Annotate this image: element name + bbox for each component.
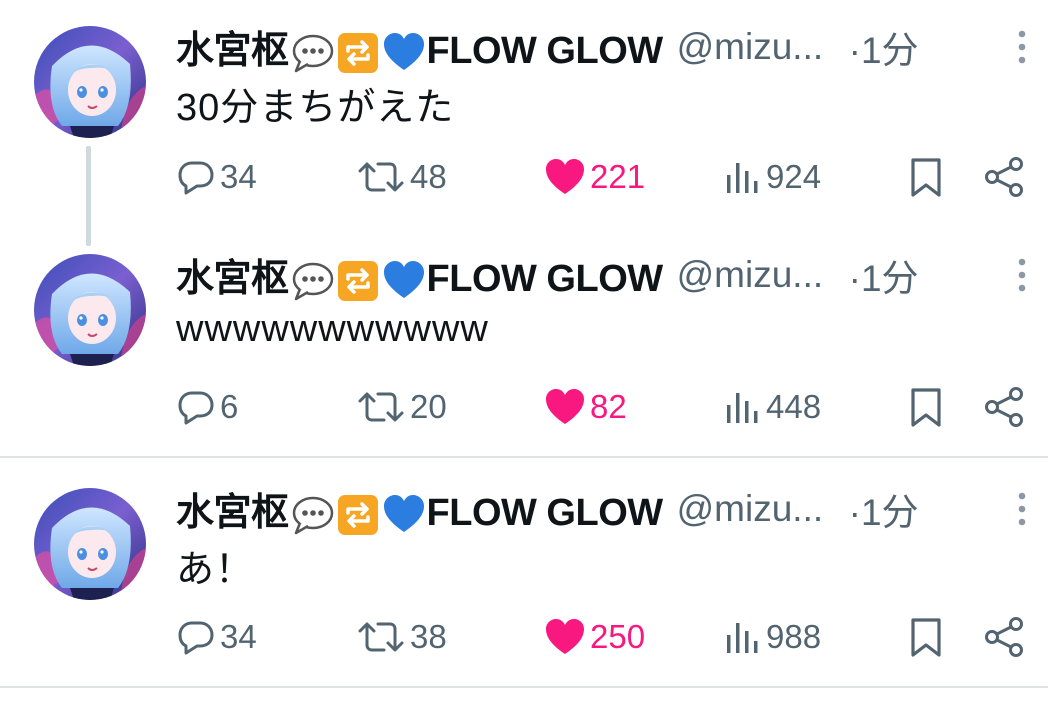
tweet-actions: 6 20 82 448 [0,382,1048,432]
speech-balloon-icon [290,259,334,303]
author-handle[interactable]: @mizu... [677,26,837,68]
reply-count: 34 [220,158,257,195]
repost-icon [358,622,404,652]
reply-button[interactable]: 6 [176,382,238,432]
share-button[interactable] [982,382,1026,432]
views-count: 924 [766,158,822,195]
repost-count: 20 [410,388,447,425]
blue-heart-icon [382,259,426,303]
bar-chart-icon [727,393,758,423]
tweet[interactable]: 水宮枢 FLOW GLOW @mizu... ·1分 wwwwwwwwwww 6 … [0,228,1048,458]
tweet-header: 水宮枢 FLOW GLOW @mizu... ·1分 [176,19,1048,75]
bar-chart-icon [727,163,758,193]
repeat-icon [336,493,380,537]
more-options-icon[interactable] [1012,250,1032,300]
like-button[interactable]: 250 [544,612,645,662]
repost-button[interactable]: 48 [356,152,447,202]
repost-button[interactable]: 20 [356,382,447,432]
like-button[interactable]: 82 [544,382,627,432]
tweet-text: あ！ [176,549,255,591]
timestamp[interactable]: ·1分 [849,248,919,302]
like-button[interactable]: 221 [544,152,645,202]
author-name[interactable]: 水宮枢 FLOW GLOW [176,247,663,303]
tweet-actions: 34 38 250 988 [0,612,1048,662]
bookmark-icon [911,388,941,427]
timestamp[interactable]: ·1分 [849,482,919,536]
repost-count: 38 [410,618,447,655]
tweet-actions: 34 48 221 924 [0,152,1048,202]
tweet[interactable]: 水宮枢 FLOW GLOW @mizu... ·1分 あ！ 34 38 250 9… [0,458,1048,688]
repost-button[interactable]: 38 [356,612,447,662]
views-button[interactable]: 924 [722,152,821,202]
repeat-icon [336,259,380,303]
more-options-icon[interactable] [1012,22,1032,72]
speech-balloon-icon [290,493,334,537]
repeat-icon [336,31,380,75]
share-icon [985,387,1023,427]
reply-count: 6 [220,388,239,425]
reply-icon [178,621,214,655]
tweet-header: 水宮枢 FLOW GLOW @mizu... ·1分 [176,247,1048,303]
avatar[interactable] [34,26,146,138]
share-button[interactable] [982,612,1026,662]
reply-button[interactable]: 34 [176,152,257,202]
reply-button[interactable]: 34 [176,612,257,662]
author-name[interactable]: 水宮枢 FLOW GLOW [176,481,663,537]
speech-balloon-icon [290,31,334,75]
heart-icon [546,619,584,654]
reply-icon [178,161,214,195]
views-count: 988 [766,618,822,655]
blue-heart-icon [382,31,426,75]
bookmark-button[interactable] [906,152,946,202]
timestamp[interactable]: ·1分 [849,20,919,74]
views-button[interactable]: 988 [722,612,821,662]
like-count: 221 [590,158,646,195]
like-count: 82 [590,388,627,425]
share-button[interactable] [982,152,1026,202]
more-options-icon[interactable] [1012,484,1032,534]
tweet-divider [0,686,1048,688]
heart-icon [546,159,584,194]
like-count: 250 [590,618,646,655]
views-button[interactable]: 448 [722,382,821,432]
repost-count: 48 [410,158,447,195]
tweet-text: wwwwwwwwwww [176,308,489,350]
share-icon [985,617,1023,657]
tweet[interactable]: 水宮枢 FLOW GLOW @mizu... ·1分 30分まちがえた 34 48… [0,0,1048,228]
repost-icon [358,392,404,422]
tweet-header: 水宮枢 FLOW GLOW @mizu... ·1分 [176,481,1048,537]
share-icon [985,157,1023,197]
bookmark-button[interactable] [906,612,946,662]
avatar[interactable] [34,254,146,366]
author-name[interactable]: 水宮枢 FLOW GLOW [176,19,663,75]
heart-icon [546,389,584,424]
tweet-text: 30分まちがえた [176,87,455,129]
repost-icon [358,162,404,192]
blue-heart-icon [382,493,426,537]
bookmark-icon [911,618,941,657]
views-count: 448 [766,388,822,425]
author-handle[interactable]: @mizu... [677,254,837,296]
avatar[interactable] [34,488,146,600]
reply-icon [178,391,214,425]
bookmark-icon [911,158,941,197]
bar-chart-icon [727,623,758,653]
bookmark-button[interactable] [906,382,946,432]
author-handle[interactable]: @mizu... [677,488,837,530]
reply-count: 34 [220,618,257,655]
